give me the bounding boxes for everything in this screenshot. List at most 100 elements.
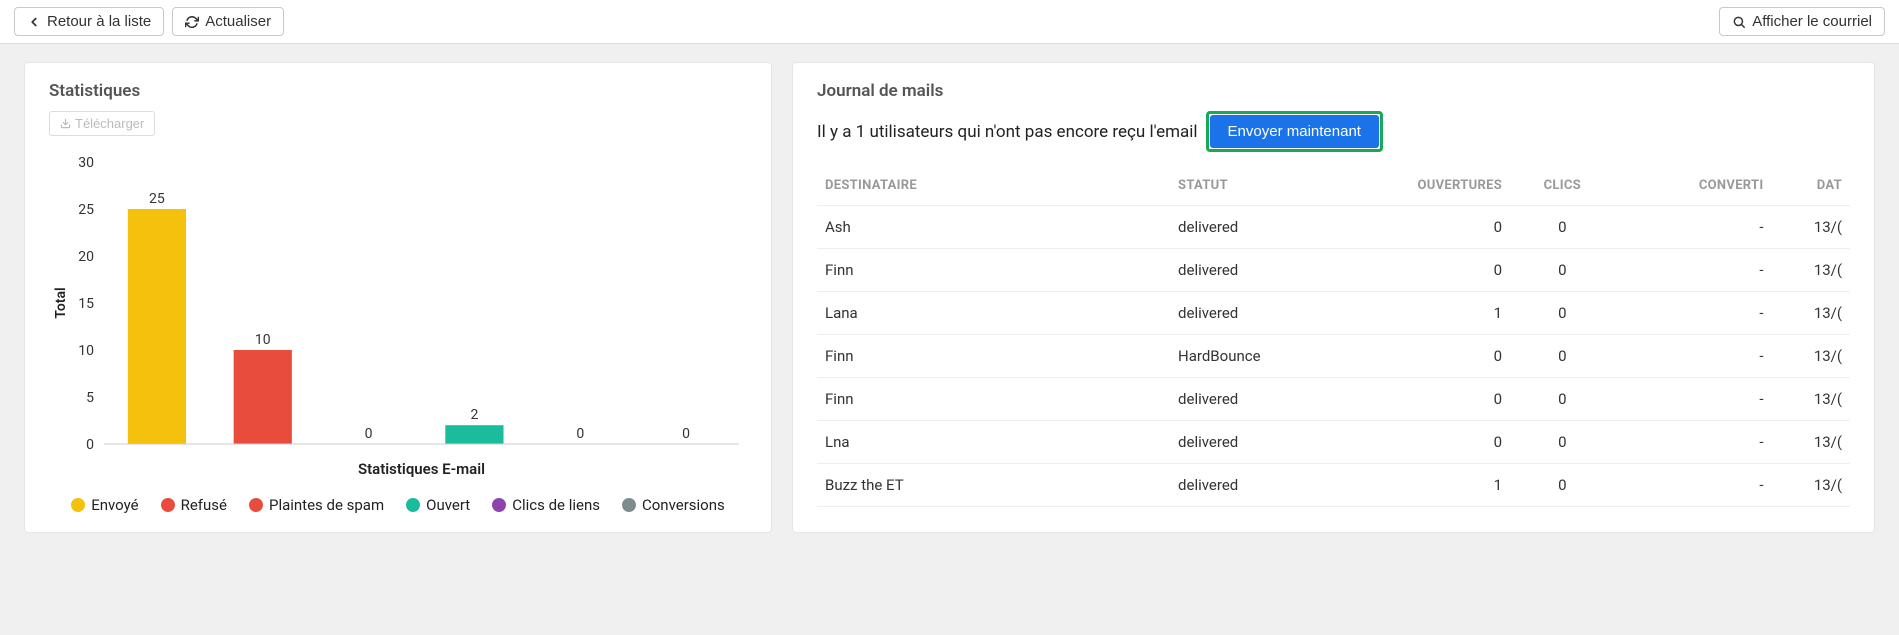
legend-item[interactable]: Plaintes de spam	[249, 496, 384, 514]
legend-item[interactable]: Clics de liens	[492, 496, 600, 514]
download-button[interactable]: Télécharger	[49, 111, 155, 136]
cell-status: delivered	[1170, 249, 1353, 292]
legend-item[interactable]: Conversions	[622, 496, 725, 514]
col-status[interactable]: STATUT	[1170, 166, 1353, 206]
back-button[interactable]: Retour à la liste	[14, 7, 164, 36]
send-now-button[interactable]: Envoyer maintenant	[1210, 115, 1379, 148]
cell-clicks: 0	[1510, 464, 1615, 507]
table-row[interactable]: Buzz the ETdelivered10-13/(	[817, 464, 1850, 507]
table-row[interactable]: Lnadelivered00-13/(	[817, 421, 1850, 464]
legend-item[interactable]: Envoyé	[71, 496, 138, 514]
legend-dot-icon	[71, 498, 85, 512]
refresh-icon	[185, 15, 199, 29]
send-now-highlight: Envoyer maintenant	[1206, 111, 1383, 152]
table-row[interactable]: Ashdelivered00-13/(	[817, 206, 1850, 249]
search-icon	[1732, 15, 1746, 29]
svg-text:0: 0	[365, 426, 373, 442]
refresh-button-label: Actualiser	[205, 13, 271, 30]
cell-recipient: Lna	[817, 421, 1170, 464]
cell-converted: -	[1615, 249, 1772, 292]
cell-opens: 0	[1353, 378, 1510, 421]
cell-opens: 1	[1353, 464, 1510, 507]
refresh-button[interactable]: Actualiser	[172, 7, 284, 36]
cell-date: 13/(	[1772, 464, 1850, 507]
stats-title: Statistiques	[49, 81, 747, 101]
svg-text:Total: Total	[53, 287, 69, 318]
table-row[interactable]: Finndelivered00-13/(	[817, 249, 1850, 292]
cell-status: delivered	[1170, 206, 1353, 249]
legend-dot-icon	[406, 498, 420, 512]
mail-log-header: Il y a 1 utilisateurs qui n'ont pas enco…	[817, 111, 1850, 152]
cell-recipient: Finn	[817, 378, 1170, 421]
cell-opens: 0	[1353, 249, 1510, 292]
svg-text:25: 25	[78, 202, 94, 218]
download-button-label: Télécharger	[75, 116, 144, 131]
cell-clicks: 0	[1510, 249, 1615, 292]
svg-text:5: 5	[86, 390, 94, 406]
table-row[interactable]: FinnHardBounce00-13/(	[817, 335, 1850, 378]
col-converted[interactable]: CONVERTI	[1615, 166, 1772, 206]
cell-recipient: Ash	[817, 206, 1170, 249]
legend-label: Conversions	[642, 496, 725, 514]
cell-status: delivered	[1170, 421, 1353, 464]
view-email-button[interactable]: Afficher le courriel	[1719, 7, 1885, 36]
cell-clicks: 0	[1510, 421, 1615, 464]
legend-dot-icon	[249, 498, 263, 512]
svg-text:Statistiques E-mail: Statistiques E-mail	[358, 460, 485, 478]
cell-recipient: Finn	[817, 249, 1170, 292]
cell-recipient: Lana	[817, 292, 1170, 335]
stats-card: Statistiques Télécharger 051015202530Tot…	[24, 62, 772, 533]
view-email-button-label: Afficher le courriel	[1752, 13, 1872, 30]
legend-dot-icon	[161, 498, 175, 512]
svg-text:0: 0	[576, 426, 584, 442]
legend-label: Ouvert	[426, 496, 470, 514]
send-now-button-label: Envoyer maintenant	[1228, 123, 1361, 140]
cell-date: 13/(	[1772, 206, 1850, 249]
table-row[interactable]: Finndelivered00-13/(	[817, 378, 1850, 421]
cell-date: 13/(	[1772, 335, 1850, 378]
main-content: Statistiques Télécharger 051015202530Tot…	[0, 44, 1899, 533]
pending-info: Il y a 1 utilisateurs qui n'ont pas enco…	[817, 122, 1198, 142]
cell-recipient: Finn	[817, 335, 1170, 378]
mail-log-title: Journal de mails	[817, 81, 1850, 101]
cell-converted: -	[1615, 335, 1772, 378]
cell-recipient: Buzz the ET	[817, 464, 1170, 507]
cell-converted: -	[1615, 464, 1772, 507]
legend-item[interactable]: Ouvert	[406, 496, 470, 514]
cell-opens: 0	[1353, 335, 1510, 378]
legend-label: Plaintes de spam	[269, 496, 384, 514]
chevron-left-icon	[27, 15, 41, 29]
cell-clicks: 0	[1510, 335, 1615, 378]
cell-date: 13/(	[1772, 421, 1850, 464]
svg-text:15: 15	[78, 296, 94, 312]
cell-date: 13/(	[1772, 292, 1850, 335]
col-recipient[interactable]: DESTINATAIRE	[817, 166, 1170, 206]
table-header-row: DESTINATAIRE STATUT OUVERTURES CLICS CON…	[817, 166, 1850, 206]
col-clicks[interactable]: CLICS	[1510, 166, 1615, 206]
col-opens[interactable]: OUVERTURES	[1353, 166, 1510, 206]
cell-status: delivered	[1170, 378, 1353, 421]
svg-text:20: 20	[78, 249, 94, 265]
chart-legend: Envoyé Refusé Plaintes de spam Ouvert Clics …	[49, 496, 747, 514]
bar-1	[234, 350, 292, 444]
legend-label: Clics de liens	[512, 496, 600, 514]
mail-log-card: Journal de mails Il y a 1 utilisateurs q…	[792, 62, 1875, 533]
cell-date: 13/(	[1772, 378, 1850, 421]
cell-converted: -	[1615, 378, 1772, 421]
bar-3	[445, 425, 503, 444]
legend-dot-icon	[492, 498, 506, 512]
top-toolbar: Retour à la liste Actualiser Afficher le…	[0, 0, 1899, 44]
cell-clicks: 0	[1510, 378, 1615, 421]
legend-item[interactable]: Refusé	[161, 496, 227, 514]
col-date[interactable]: DAT	[1772, 166, 1850, 206]
mail-log-table: DESTINATAIRE STATUT OUVERTURES CLICS CON…	[817, 166, 1850, 507]
svg-text:10: 10	[255, 332, 271, 348]
legend-label: Envoyé	[91, 496, 138, 514]
cell-status: delivered	[1170, 292, 1353, 335]
bar-chart: 051015202530Total25100200Statistiques E-…	[49, 144, 749, 484]
legend-dot-icon	[622, 498, 636, 512]
cell-status: HardBounce	[1170, 335, 1353, 378]
table-row[interactable]: Lanadelivered10-13/(	[817, 292, 1850, 335]
cell-converted: -	[1615, 292, 1772, 335]
svg-text:25: 25	[149, 191, 165, 207]
